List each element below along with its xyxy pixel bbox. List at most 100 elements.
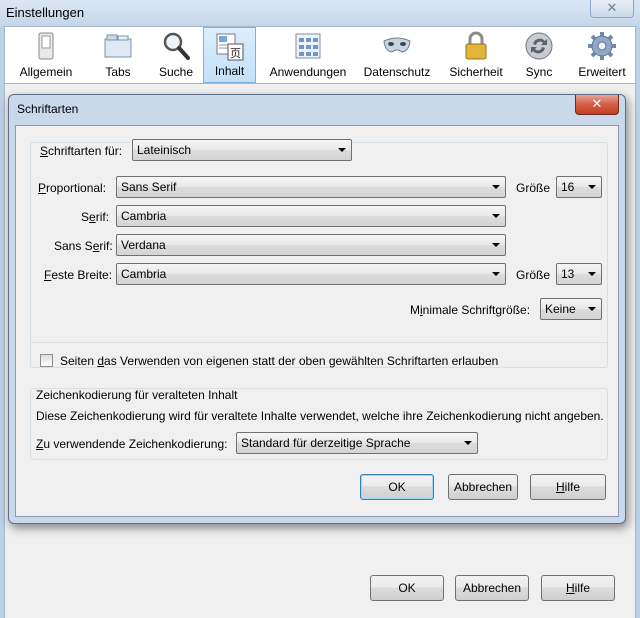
fixed-width-value: Cambria [121, 267, 167, 281]
tab-anwendungen-label: Anwendungen [269, 65, 347, 79]
proportional-size-select[interactable]: 16 [556, 176, 602, 198]
tab-erweitert-label: Erweitert [578, 65, 626, 79]
encoding-heading: Zeichenkodierung für veralteten Inhalt [36, 388, 238, 402]
serif-label-pre: S [81, 210, 90, 224]
chevron-down-icon [492, 185, 500, 189]
tab-datenschutz[interactable]: Datenschutz [361, 27, 433, 83]
proportional-size-label: Größe [516, 181, 551, 195]
tab-tabs-label: Tabs [105, 65, 131, 79]
sync-icon [525, 32, 553, 60]
fonts-dialog-body: Schriftarten für: Lateinisch Proportiona… [15, 125, 619, 517]
window-titlebar: Einstellungen ✕ [0, 0, 640, 26]
fonts-ok-button[interactable]: OK [360, 474, 434, 500]
settings-cancel-button[interactable]: Abbrechen [455, 575, 529, 601]
settings-help-button[interactable]: Hilfe [541, 575, 615, 601]
proportional-label: Proportional: [38, 181, 106, 195]
tab-sync[interactable]: Sync [517, 27, 561, 83]
tabs-icon [104, 34, 132, 58]
fixed-width-size-label: Größe [516, 268, 551, 282]
chevron-down-icon [492, 272, 500, 276]
proportional-mnemonic: P [38, 181, 47, 195]
encoding-label-text: u verwendende Zeichenkodierung: [43, 437, 228, 451]
tab-allgemein[interactable]: Allgemein [17, 27, 75, 83]
sans-serif-label-text: rif: [99, 239, 113, 253]
sans-serif-label: Sans Serif: [54, 239, 113, 253]
chevron-down-icon [338, 148, 346, 152]
fonts-cancel-button[interactable]: Abbrechen [448, 474, 518, 500]
preferences-toolbar: Allgemein Tabs Suche 页 Inhalt Anwendunge… [4, 26, 636, 84]
gear-icon [588, 32, 616, 60]
sans-serif-value: Verdana [121, 238, 166, 252]
serif-mnemonic: e [89, 210, 96, 224]
magnifier-icon [163, 32, 190, 60]
fixed-width-select[interactable]: Cambria [116, 263, 506, 285]
tab-anwendungen[interactable]: Anwendungen [263, 27, 353, 83]
tab-suche[interactable]: Suche [151, 27, 201, 83]
encoding-select[interactable]: Standard für derzeitige Sprache [236, 432, 478, 454]
min-font-size-value: Keine [545, 302, 576, 316]
min-font-size-label: Minimale Schriftgröße: [410, 303, 530, 317]
tab-sicherheit[interactable]: Sicherheit [445, 27, 507, 83]
fonts-dialog-close-button[interactable]: ✕ [575, 95, 619, 115]
allow-own-fonts-pre: Seiten [60, 354, 98, 368]
switch-icon [38, 32, 54, 60]
min-font-size-label-pre: M [410, 303, 420, 317]
tab-inhalt[interactable]: 页 Inhalt [203, 27, 256, 83]
mask-icon [383, 37, 411, 53]
fixed-width-label-text: este Breite: [51, 268, 113, 282]
tab-sync-label: Sync [525, 65, 553, 79]
settings-ok-button[interactable]: OK [370, 575, 444, 601]
applications-icon [295, 33, 321, 59]
content-icon: 页 [216, 33, 243, 61]
fonts-for-value: Lateinisch [137, 143, 192, 157]
sans-serif-label-pre: Sans S [54, 239, 93, 253]
fixed-width-label: Feste Breite: [44, 268, 112, 282]
fonts-for-label-text: chriftarten für: [48, 144, 123, 158]
fonts-dialog-title: Schriftarten [17, 102, 79, 116]
tab-inhalt-label: Inhalt [214, 64, 245, 78]
encoding-label: Zu verwendende Zeichenkodierung: [36, 437, 227, 451]
fonts-help-label: ilfe [564, 480, 580, 494]
chevron-down-icon [588, 307, 596, 311]
proportional-label-text: roportional: [46, 181, 107, 195]
serif-label-text: rif: [95, 210, 110, 224]
tab-erweitert[interactable]: Erweitert [571, 27, 633, 83]
window-title: Einstellungen [6, 5, 85, 20]
proportional-value: Sans Serif [121, 180, 177, 194]
fonts-help-button[interactable]: Hilfe [530, 474, 606, 500]
tab-datenschutz-label: Datenschutz [363, 65, 431, 79]
settings-help-mnemonic: H [565, 581, 575, 595]
fonts-help-mnemonic: H [555, 480, 565, 494]
fonts-for-select[interactable]: Lateinisch [132, 139, 352, 161]
fonts-separator [30, 342, 608, 343]
min-font-size-select[interactable]: Keine [540, 298, 602, 320]
svg-text:页: 页 [230, 47, 241, 60]
encoding-description: Diese Zeichenkodierung wird für veraltet… [36, 409, 604, 423]
proportional-size-value: 16 [561, 180, 575, 194]
allow-own-fonts-text: as Verwenden von eigenen statt der oben … [104, 354, 499, 368]
chevron-down-icon [492, 214, 500, 218]
chevron-down-icon [588, 272, 596, 276]
settings-help-label: ilfe [574, 581, 590, 595]
serif-select[interactable]: Cambria [116, 205, 506, 227]
padlock-icon [465, 31, 487, 60]
window-close-button[interactable]: ✕ [590, 0, 634, 18]
tab-tabs[interactable]: Tabs [95, 27, 141, 83]
fonts-for-mnemonic: S [40, 144, 49, 158]
encoding-value: Standard für derzeitige Sprache [241, 436, 411, 450]
fonts-dialog: Schriftarten ✕ Schriftarten für: Lateini… [8, 94, 626, 524]
chevron-down-icon [588, 185, 596, 189]
fixed-width-size-select[interactable]: 13 [556, 263, 602, 285]
proportional-select[interactable]: Sans Serif [116, 176, 506, 198]
fonts-for-label: Schriftarten für: [40, 144, 122, 158]
sans-serif-select[interactable]: Verdana [116, 234, 506, 256]
allow-own-fonts-checkbox[interactable] [40, 354, 53, 367]
serif-label: Serif: [81, 210, 109, 224]
allow-own-fonts-label: Seiten das Verwenden von eigenen statt d… [60, 354, 498, 368]
min-font-size-label-text: nimale Schriftgröße: [422, 303, 531, 317]
tab-suche-label: Suche [158, 65, 194, 79]
tab-sicherheit-label: Sicherheit [449, 65, 503, 79]
tab-allgemein-label: Allgemein [19, 65, 73, 79]
chevron-down-icon [492, 243, 500, 247]
chevron-down-icon [464, 441, 472, 445]
